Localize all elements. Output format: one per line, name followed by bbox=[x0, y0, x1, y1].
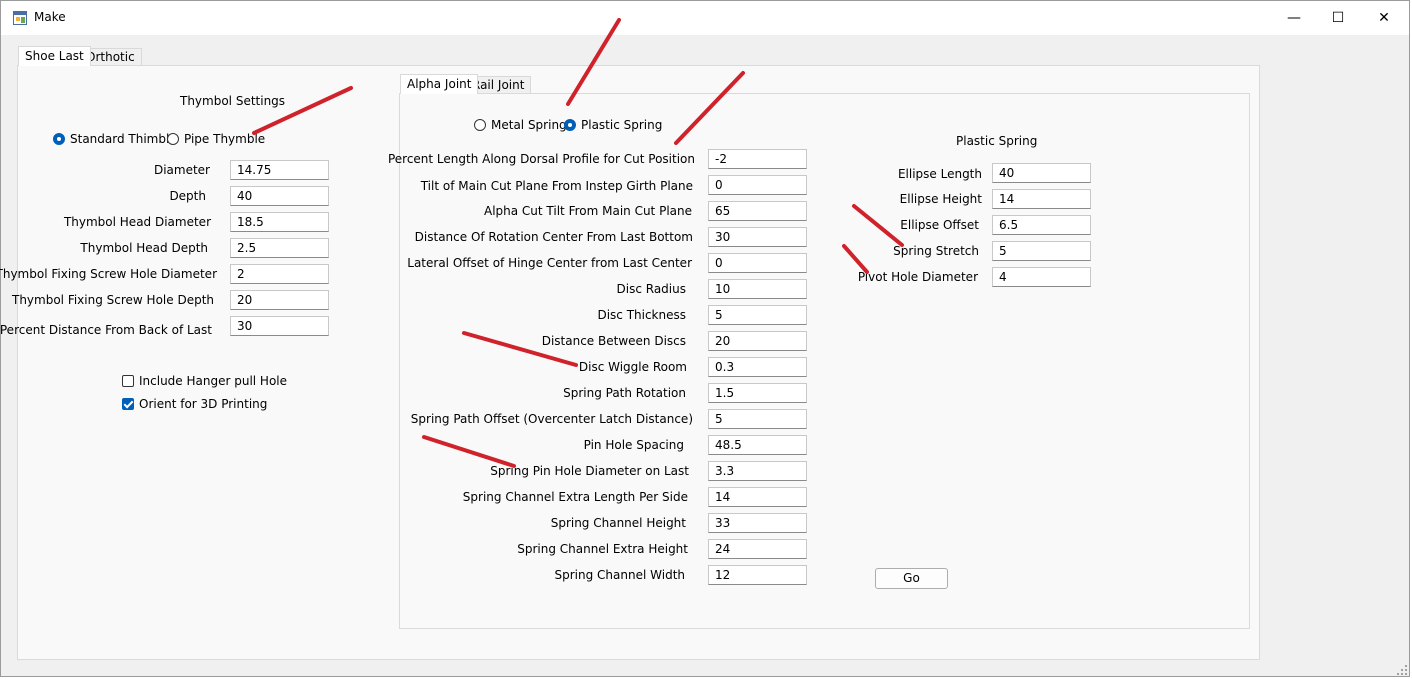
radio-plastic-label: Plastic Spring bbox=[581, 118, 663, 132]
plastic-spring-heading: Plastic Spring bbox=[956, 134, 1038, 148]
pivot-hole-diameter-input[interactable] bbox=[992, 267, 1091, 287]
field-label: Tilt of Main Cut Plane From Instep Girth… bbox=[420, 179, 693, 193]
radio-plastic-indicator[interactable] bbox=[564, 119, 576, 131]
screw-hole-diameter-input[interactable] bbox=[230, 264, 329, 284]
include-hanger-checkbox[interactable]: Include Hanger pull Hole bbox=[122, 374, 287, 388]
radio-standard-label: Standard Thimble bbox=[70, 132, 177, 146]
alpha-field-input[interactable] bbox=[708, 331, 807, 351]
radio-pipe-thymble[interactable]: Pipe Thymble bbox=[167, 132, 265, 146]
spring-stretch-input[interactable] bbox=[992, 241, 1091, 261]
radio-standard-indicator[interactable] bbox=[53, 133, 65, 145]
radio-metal-spring[interactable]: Metal Spring bbox=[474, 118, 567, 132]
radio-pipe-indicator[interactable] bbox=[167, 133, 179, 145]
alpha-field-input[interactable] bbox=[708, 227, 807, 247]
alpha-field-input[interactable] bbox=[708, 565, 807, 585]
alpha-field-input[interactable] bbox=[708, 201, 807, 221]
field-label: Spring Channel Width bbox=[554, 568, 685, 582]
ellipse-offset-input[interactable] bbox=[992, 215, 1091, 235]
alpha-field-input[interactable] bbox=[708, 279, 807, 299]
hanger-check-box[interactable] bbox=[122, 375, 134, 387]
minimize-icon[interactable]: — bbox=[1271, 1, 1317, 35]
field-label: Distance Between Discs bbox=[541, 334, 686, 348]
field-label: Spring Channel Extra Length Per Side bbox=[462, 490, 688, 504]
field-label: Pivot Hole Diameter bbox=[857, 270, 978, 284]
field-label: Alpha Cut Tilt From Main Cut Plane bbox=[483, 204, 692, 218]
percent-distance-input[interactable] bbox=[230, 316, 329, 336]
field-label: Distance Of Rotation Center From Last Bo… bbox=[414, 230, 693, 244]
field-label: Thymbol Fixing Screw Hole Diameter bbox=[0, 267, 217, 281]
alpha-field-input[interactable] bbox=[708, 513, 807, 533]
field-label: Spring Stretch bbox=[893, 244, 979, 258]
field-label: Diameter bbox=[153, 163, 210, 177]
alpha-field-input[interactable] bbox=[708, 435, 807, 455]
alpha-field-input[interactable] bbox=[708, 461, 807, 481]
screw-hole-depth-input[interactable] bbox=[230, 290, 329, 310]
field-label: Depth bbox=[169, 189, 206, 203]
field-label: Pin Hole Spacing bbox=[583, 438, 684, 452]
orient-3d-printing-checkbox[interactable]: Orient for 3D Printing bbox=[122, 397, 267, 411]
field-label: Disc Thickness bbox=[597, 308, 686, 322]
alpha-field-input[interactable] bbox=[708, 305, 807, 325]
thymbol-settings-heading: Thymbol Settings bbox=[180, 94, 286, 108]
field-label: Ellipse Height bbox=[899, 192, 982, 206]
tab-alpha-joint[interactable]: Alpha Joint bbox=[400, 74, 479, 94]
field-label: Ellipse Offset bbox=[900, 218, 979, 232]
field-label: Spring Pin Hole Diameter on Last bbox=[490, 464, 689, 478]
alpha-field-input[interactable] bbox=[708, 383, 807, 403]
alpha-field-input[interactable] bbox=[708, 487, 807, 507]
orient-check-box[interactable] bbox=[122, 398, 134, 410]
resize-grip-icon[interactable] bbox=[1397, 665, 1407, 675]
diameter-input[interactable] bbox=[230, 160, 329, 180]
maximize-icon[interactable]: ☐ bbox=[1315, 1, 1361, 35]
main-window: Make — ☐ ✕ Shoe Last Orthotic Thymbol Se… bbox=[0, 0, 1410, 677]
close-icon[interactable]: ✕ bbox=[1361, 1, 1407, 35]
alpha-field-input[interactable] bbox=[708, 539, 807, 559]
alpha-field-input[interactable] bbox=[708, 149, 807, 169]
field-label: Percent Length Along Dorsal Profile for … bbox=[387, 152, 695, 166]
field-label: Spring Channel Height bbox=[550, 516, 686, 530]
field-label: Spring Channel Extra Height bbox=[517, 542, 688, 556]
field-label: Disc Radius bbox=[616, 282, 686, 296]
go-button[interactable]: Go bbox=[875, 568, 948, 589]
depth-input[interactable] bbox=[230, 186, 329, 206]
window-title: Make bbox=[34, 10, 66, 24]
hanger-check-label: Include Hanger pull Hole bbox=[139, 374, 288, 388]
field-label: Spring Path Rotation bbox=[563, 386, 686, 400]
radio-standard-thimble[interactable]: Standard Thimble bbox=[53, 132, 177, 146]
field-label: Thymbol Head Depth bbox=[80, 241, 208, 255]
radio-plastic-spring[interactable]: Plastic Spring bbox=[564, 118, 662, 132]
title-bar[interactable]: Make — ☐ ✕ bbox=[1, 1, 1409, 35]
ellipse-length-input[interactable] bbox=[992, 163, 1091, 183]
radio-metal-label: Metal Spring bbox=[491, 118, 567, 132]
field-label: Percent Distance From Back of Last bbox=[0, 323, 212, 337]
field-label: Ellipse Length bbox=[897, 167, 982, 181]
tab-shoe-last[interactable]: Shoe Last bbox=[18, 46, 91, 66]
alpha-field-input[interactable] bbox=[708, 253, 807, 273]
field-label: Disc Wiggle Room bbox=[578, 360, 687, 374]
alpha-field-input[interactable] bbox=[708, 409, 807, 429]
radio-metal-indicator[interactable] bbox=[474, 119, 486, 131]
head-diameter-input[interactable] bbox=[230, 212, 329, 232]
orient-check-label: Orient for 3D Printing bbox=[139, 397, 268, 411]
head-depth-input[interactable] bbox=[230, 238, 329, 258]
radio-pipe-label: Pipe Thymble bbox=[184, 132, 266, 146]
alpha-field-input[interactable] bbox=[708, 175, 807, 195]
alpha-field-input[interactable] bbox=[708, 357, 807, 377]
field-label: Lateral Offset of Hinge Center from Last… bbox=[407, 256, 692, 270]
field-label: Thymbol Fixing Screw Hole Depth bbox=[11, 293, 214, 307]
field-label: Spring Path Offset (Overcenter Latch Dis… bbox=[410, 412, 693, 426]
field-label: Thymbol Head Diameter bbox=[63, 215, 211, 229]
app-icon bbox=[13, 11, 27, 25]
ellipse-height-input[interactable] bbox=[992, 189, 1091, 209]
